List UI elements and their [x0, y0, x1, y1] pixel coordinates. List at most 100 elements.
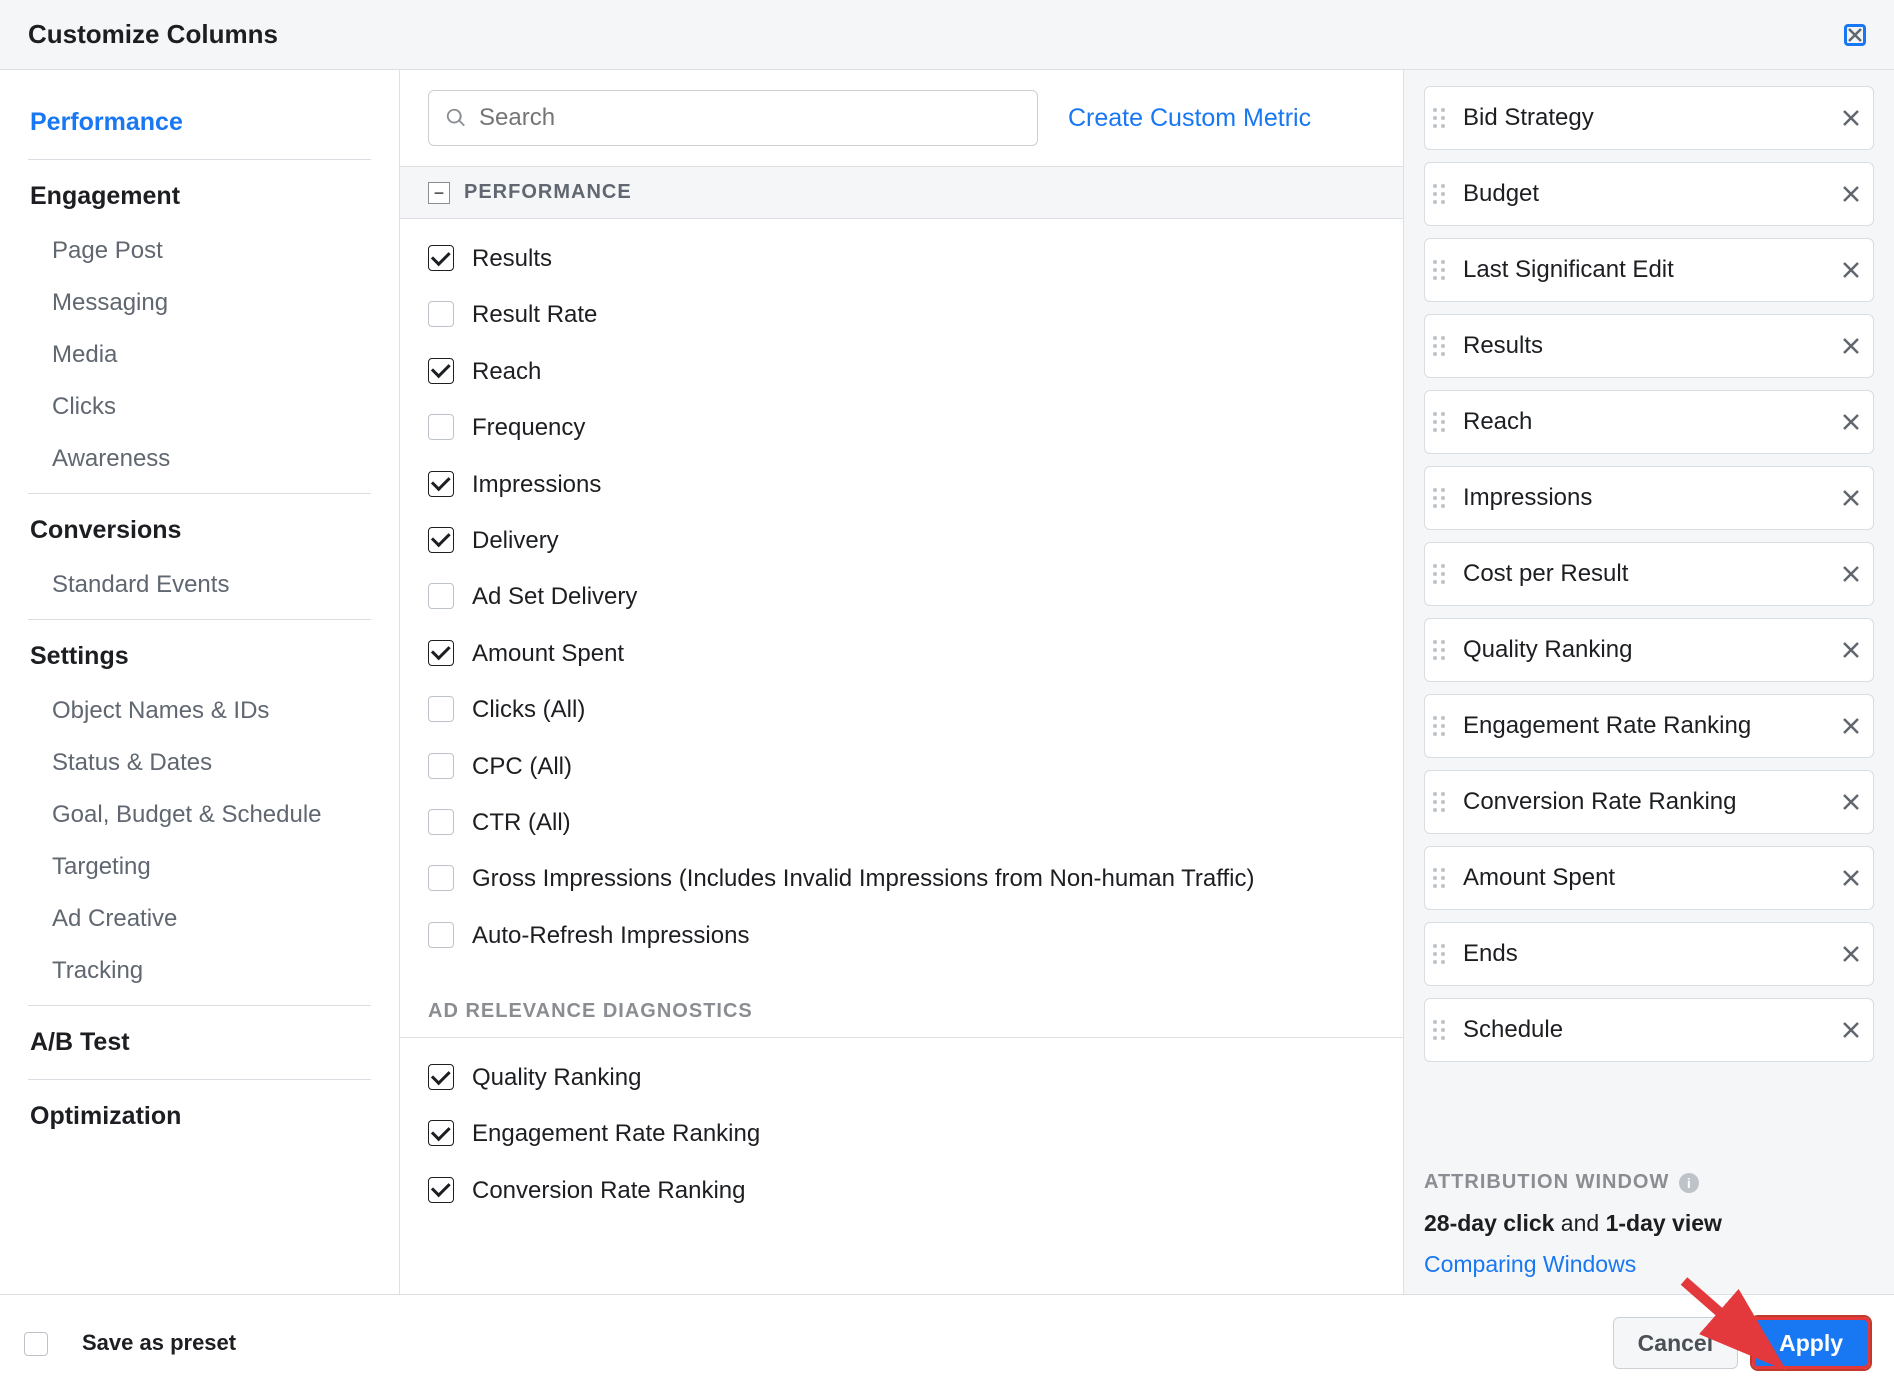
selected-column-chip[interactable]: Bid Strategy [1424, 86, 1874, 150]
cancel-button[interactable]: Cancel [1613, 1317, 1738, 1369]
selected-column-chip[interactable]: Conversion Rate Ranking [1424, 770, 1874, 834]
metric-item[interactable]: CTR (All) [428, 795, 1375, 851]
drag-handle-icon[interactable] [1433, 184, 1453, 204]
sidebar-sub[interactable]: Ad Creative [0, 893, 399, 945]
sidebar-sub[interactable]: Targeting [0, 841, 399, 893]
metric-checkbox[interactable] [428, 809, 454, 835]
sidebar-sub[interactable]: Messaging [0, 277, 399, 329]
metric-item[interactable]: Reach [428, 344, 1375, 400]
metric-item[interactable]: Ad Set Delivery [428, 569, 1375, 625]
sidebar-cat-engagement[interactable]: Engagement [0, 168, 399, 225]
drag-handle-icon[interactable] [1433, 564, 1453, 584]
sidebar-cat-performance[interactable]: Performance [0, 94, 399, 151]
metric-item[interactable]: Result Rate [428, 287, 1375, 343]
save-as-preset[interactable]: Save as preset [24, 1330, 236, 1356]
info-icon[interactable]: i [1679, 1173, 1699, 1193]
metric-item[interactable]: Auto-Refresh Impressions [428, 908, 1375, 964]
close-button[interactable] [1844, 24, 1866, 46]
drag-handle-icon[interactable] [1433, 716, 1453, 736]
metric-checkbox[interactable] [428, 414, 454, 440]
sidebar-sub[interactable]: Tracking [0, 945, 399, 997]
metric-item[interactable]: Clicks (All) [428, 682, 1375, 738]
sidebar-sub[interactable]: Clicks [0, 381, 399, 433]
sidebar-sub[interactable]: Awareness [0, 433, 399, 485]
selected-column-chip[interactable]: Reach [1424, 390, 1874, 454]
remove-column-button[interactable] [1841, 412, 1861, 432]
drag-handle-icon[interactable] [1433, 108, 1453, 128]
search-box[interactable] [428, 90, 1038, 146]
comparing-windows-link[interactable]: Comparing Windows [1424, 1251, 1636, 1278]
remove-column-button[interactable] [1841, 868, 1861, 888]
metric-checkbox[interactable] [428, 527, 454, 553]
selected-column-chip[interactable]: Cost per Result [1424, 542, 1874, 606]
drag-handle-icon[interactable] [1433, 640, 1453, 660]
remove-column-button[interactable] [1841, 108, 1861, 128]
metric-item[interactable]: Results [428, 231, 1375, 287]
drag-handle-icon[interactable] [1433, 412, 1453, 432]
metric-item[interactable]: Conversion Rate Ranking [428, 1163, 1375, 1219]
sidebar-sub[interactable]: Media [0, 329, 399, 381]
remove-column-button[interactable] [1841, 944, 1861, 964]
metric-item[interactable]: Delivery [428, 513, 1375, 569]
selected-column-chip[interactable]: Ends [1424, 922, 1874, 986]
remove-column-button[interactable] [1841, 1020, 1861, 1040]
remove-column-button[interactable] [1841, 488, 1861, 508]
remove-column-button[interactable] [1841, 640, 1861, 660]
metric-item[interactable]: Amount Spent [428, 626, 1375, 682]
metric-checkbox[interactable] [428, 922, 454, 948]
metric-checkbox[interactable] [428, 358, 454, 384]
selected-column-chip[interactable]: Amount Spent [1424, 846, 1874, 910]
remove-column-button[interactable] [1841, 260, 1861, 280]
drag-handle-icon[interactable] [1433, 868, 1453, 888]
sidebar-sub[interactable]: Goal, Budget & Schedule [0, 789, 399, 841]
remove-column-button[interactable] [1841, 564, 1861, 584]
metric-item[interactable]: Gross Impressions (Includes Invalid Impr… [428, 851, 1375, 907]
collapse-toggle[interactable]: − [428, 182, 450, 204]
metric-checkbox[interactable] [428, 583, 454, 609]
selected-column-chip[interactable]: Results [1424, 314, 1874, 378]
drag-handle-icon[interactable] [1433, 260, 1453, 280]
selected-column-chip[interactable]: Budget [1424, 162, 1874, 226]
metric-checkbox[interactable] [428, 1064, 454, 1090]
remove-column-button[interactable] [1841, 184, 1861, 204]
create-custom-metric-link[interactable]: Create Custom Metric [1068, 104, 1311, 133]
selected-column-chip[interactable]: Engagement Rate Ranking [1424, 694, 1874, 758]
selected-column-chip[interactable]: Quality Ranking [1424, 618, 1874, 682]
drag-handle-icon[interactable] [1433, 488, 1453, 508]
drag-handle-icon[interactable] [1433, 944, 1453, 964]
selected-column-chip[interactable]: Last Significant Edit [1424, 238, 1874, 302]
metric-checkbox[interactable] [428, 301, 454, 327]
metric-checkbox[interactable] [428, 753, 454, 779]
metric-checkbox[interactable] [428, 865, 454, 891]
drag-handle-icon[interactable] [1433, 792, 1453, 812]
apply-button[interactable]: Apply [1752, 1317, 1870, 1369]
search-input[interactable] [479, 104, 1021, 132]
save-preset-checkbox[interactable] [24, 1332, 48, 1356]
metric-checkbox[interactable] [428, 471, 454, 497]
remove-column-button[interactable] [1841, 336, 1861, 356]
metric-item[interactable]: Quality Ranking [428, 1050, 1375, 1106]
drag-handle-icon[interactable] [1433, 336, 1453, 356]
metric-item[interactable]: CPC (All) [428, 739, 1375, 795]
metric-item[interactable]: Impressions [428, 457, 1375, 513]
metric-item[interactable]: Frequency [428, 400, 1375, 456]
metric-item[interactable]: Engagement Rate Ranking [428, 1106, 1375, 1162]
metric-checkbox[interactable] [428, 245, 454, 271]
drag-handle-icon[interactable] [1433, 1020, 1453, 1040]
metric-checkbox[interactable] [428, 640, 454, 666]
sidebar-cat-optimization[interactable]: Optimization [0, 1088, 399, 1145]
selected-column-chip[interactable]: Schedule [1424, 998, 1874, 1062]
metric-checkbox[interactable] [428, 1177, 454, 1203]
metric-checkbox[interactable] [428, 1120, 454, 1146]
remove-column-button[interactable] [1841, 716, 1861, 736]
sidebar-sub[interactable]: Object Names & IDs [0, 685, 399, 737]
sidebar-sub[interactable]: Status & Dates [0, 737, 399, 789]
metric-checkbox[interactable] [428, 696, 454, 722]
sidebar-cat-abtest[interactable]: A/B Test [0, 1014, 399, 1071]
sidebar-cat-settings[interactable]: Settings [0, 628, 399, 685]
sidebar-cat-conversions[interactable]: Conversions [0, 502, 399, 559]
sidebar-sub[interactable]: Standard Events [0, 559, 399, 611]
sidebar-sub[interactable]: Page Post [0, 225, 399, 277]
selected-column-chip[interactable]: Impressions [1424, 466, 1874, 530]
remove-column-button[interactable] [1841, 792, 1861, 812]
